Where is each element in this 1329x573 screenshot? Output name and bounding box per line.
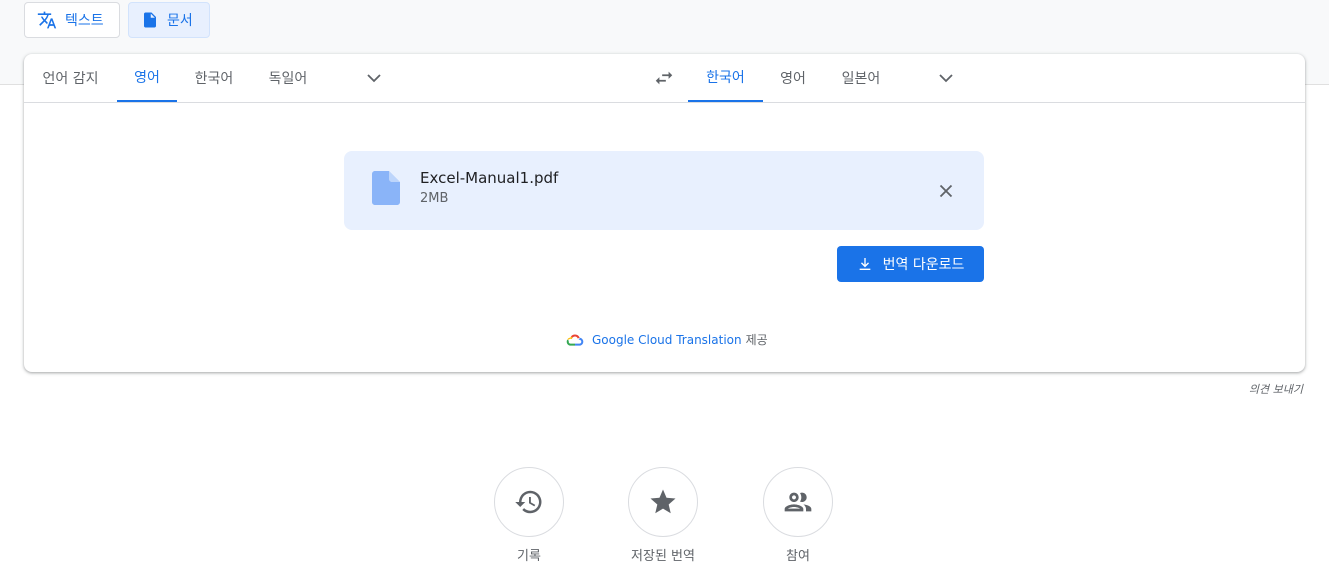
- google-cloud-icon: [566, 334, 584, 346]
- powered-by: Google Cloud Translation 제공: [566, 331, 768, 348]
- people-icon: [784, 492, 812, 512]
- file-name: Excel-Manual1.pdf: [420, 169, 559, 187]
- star-icon: [650, 489, 676, 514]
- download-label: 번역 다운로드: [882, 257, 965, 273]
- file-icon: [372, 171, 400, 205]
- target-lang-english[interactable]: 영어: [767, 54, 819, 102]
- saved-label: 저장된 번역: [631, 549, 695, 564]
- text-mode-label: 텍스트: [65, 13, 104, 29]
- file-size: 2MB: [420, 191, 449, 206]
- document-mode-label: 문서: [167, 13, 193, 29]
- source-lang-english[interactable]: 영어: [117, 54, 177, 102]
- download-translation-button[interactable]: 번역 다운로드: [837, 246, 984, 282]
- source-lang-german[interactable]: 독일어: [255, 54, 321, 102]
- history-button[interactable]: 기록: [469, 467, 589, 564]
- remove-file-button[interactable]: [930, 175, 962, 207]
- chevron-down-icon: [367, 74, 381, 83]
- swap-languages-button[interactable]: [648, 62, 680, 94]
- powered-by-suffix: 제공: [745, 333, 768, 347]
- source-lang-korean[interactable]: 한국어: [181, 54, 247, 102]
- language-bar: 언어 감지 영어 한국어 독일어 한국어 영어 일본어: [24, 54, 1305, 103]
- chevron-down-icon: [939, 74, 953, 83]
- community-button[interactable]: 참여: [738, 467, 858, 564]
- close-icon: [939, 184, 953, 198]
- document-icon: [144, 12, 156, 28]
- document-mode-button[interactable]: 문서: [128, 2, 210, 38]
- source-lang-detect[interactable]: 언어 감지: [28, 54, 113, 102]
- download-icon: [859, 258, 870, 270]
- powered-by-brand[interactable]: Google Cloud Translation: [592, 333, 742, 347]
- translate-icon: [37, 11, 57, 29]
- target-more-button[interactable]: [930, 62, 962, 94]
- swap-icon: [655, 71, 673, 85]
- uploaded-file: Excel-Manual1.pdf 2MB: [344, 151, 984, 230]
- community-label: 참여: [786, 549, 810, 564]
- saved-circle[interactable]: [628, 467, 698, 537]
- community-circle[interactable]: [763, 467, 833, 537]
- target-lang-japanese[interactable]: 일본어: [827, 54, 895, 102]
- history-label: 기록: [517, 549, 541, 564]
- source-more-button[interactable]: [358, 62, 390, 94]
- target-lang-korean[interactable]: 한국어: [688, 54, 763, 102]
- send-feedback-link[interactable]: 의견 보내기: [1249, 381, 1303, 397]
- history-icon: [515, 490, 542, 514]
- history-circle[interactable]: [494, 467, 564, 537]
- saved-button[interactable]: 저장된 번역: [603, 467, 723, 564]
- text-mode-button[interactable]: 텍스트: [24, 2, 120, 38]
- translation-card: 언어 감지 영어 한국어 독일어 한국어 영어 일본어 Excel-Manual…: [24, 54, 1305, 372]
